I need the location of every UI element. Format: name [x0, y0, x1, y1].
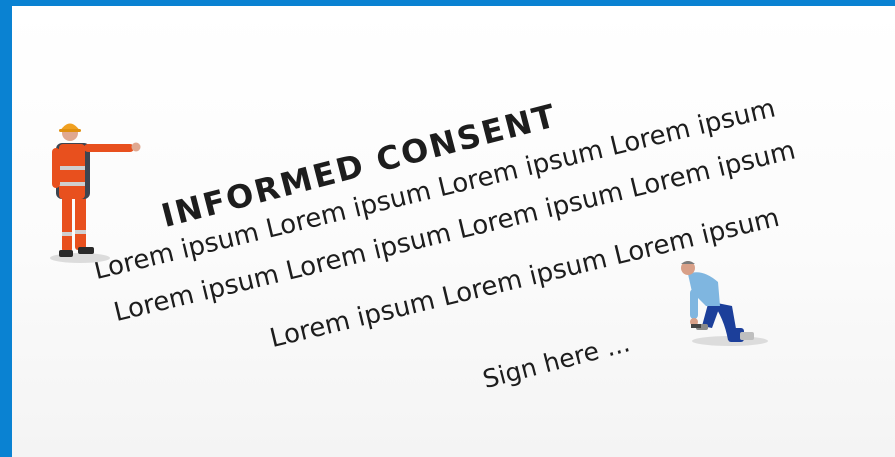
blue-frame-left — [0, 0, 12, 457]
kneeling-worker-figure — [681, 261, 768, 346]
consent-photo: INFORMED CONSENT Lorem ipsum Lorem ipsum… — [12, 6, 895, 457]
